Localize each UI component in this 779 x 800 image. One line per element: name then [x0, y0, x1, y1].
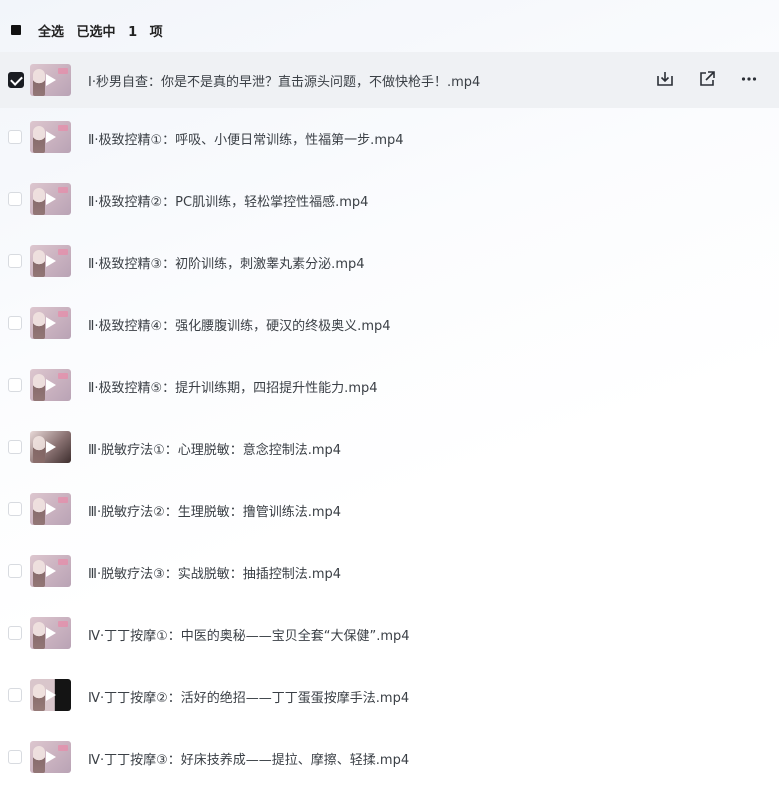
video-thumbnail	[30, 307, 71, 339]
selected-unit: 项	[149, 25, 163, 40]
video-thumbnail	[30, 555, 71, 587]
file-checkbox[interactable]	[8, 502, 22, 516]
selection-summary: 全选 已选中 1 项	[38, 21, 171, 40]
file-row[interactable]: Ⅲ·脱敏疗法①：心理脱敏：意念控制法.mp4	[0, 418, 779, 480]
file-checkbox[interactable]	[8, 254, 22, 268]
video-thumbnail	[30, 493, 71, 525]
play-icon	[46, 317, 56, 329]
file-checkbox[interactable]	[8, 750, 22, 764]
file-name[interactable]: Ⅰ·秒男自查：你是不是真的早泄？直击源头问题，不做快枪手！.mp4	[88, 71, 480, 90]
selected-label: 已选中	[76, 25, 116, 40]
more-icon[interactable]	[739, 69, 759, 89]
row-actions	[655, 69, 759, 89]
play-icon	[46, 255, 56, 267]
download-icon[interactable]	[655, 69, 675, 89]
file-name[interactable]: Ⅱ·极致控精④：强化腰腹训练，硬汉的终极奥义.mp4	[88, 315, 391, 334]
video-thumbnail	[30, 431, 71, 463]
file-row[interactable]: Ⅱ·极致控精④：强化腰腹训练，硬汉的终极奥义.mp4	[0, 294, 779, 356]
video-thumbnail	[30, 617, 71, 649]
play-icon	[46, 627, 56, 639]
play-icon	[46, 503, 56, 515]
play-icon	[46, 379, 56, 391]
select-all-checkbox[interactable]	[8, 22, 24, 38]
file-row[interactable]: Ⅱ·极致控精③：初阶训练，刺激睾丸素分泌.mp4	[0, 232, 779, 294]
selected-count: 1	[128, 25, 138, 40]
file-name[interactable]: Ⅲ·脱敏疗法①：心理脱敏：意念控制法.mp4	[88, 439, 341, 458]
video-thumbnail	[30, 183, 71, 215]
play-icon	[46, 565, 56, 577]
selection-header: 全选 已选中 1 项	[0, 0, 779, 60]
select-all-label[interactable]: 全选	[38, 25, 64, 40]
file-name[interactable]: Ⅳ·丁丁按摩③：好床技养成——提拉、摩擦、轻揉.mp4	[88, 749, 409, 768]
video-thumbnail	[30, 741, 71, 773]
file-name[interactable]: Ⅲ·脱敏疗法③：实战脱敏：抽插控制法.mp4	[88, 563, 341, 582]
play-icon	[46, 689, 56, 701]
play-icon	[46, 74, 56, 86]
file-row[interactable]: Ⅲ·脱敏疗法②：生理脱敏：撸管训练法.mp4	[0, 480, 779, 542]
file-name[interactable]: Ⅳ·丁丁按摩②：活好的绝招——丁丁蛋蛋按摩手法.mp4	[88, 687, 409, 706]
file-row[interactable]: Ⅲ·脱敏疗法③：实战脱敏：抽插控制法.mp4	[0, 542, 779, 604]
file-list: Ⅰ·秒男自查：你是不是真的早泄？直击源头问题，不做快枪手！.mp4 Ⅱ·极致控精…	[0, 52, 779, 790]
file-checkbox[interactable]	[8, 316, 22, 330]
file-row[interactable]: Ⅳ·丁丁按摩②：活好的绝招——丁丁蛋蛋按摩手法.mp4	[0, 666, 779, 728]
file-row[interactable]: Ⅱ·极致控精②：PC肌训练，轻松掌控性福感.mp4	[0, 170, 779, 232]
video-thumbnail	[30, 245, 71, 277]
file-name[interactable]: Ⅱ·极致控精③：初阶训练，刺激睾丸素分泌.mp4	[88, 253, 365, 272]
file-row[interactable]: Ⅰ·秒男自查：你是不是真的早泄？直击源头问题，不做快枪手！.mp4	[0, 52, 779, 108]
video-thumbnail	[30, 679, 71, 711]
file-row[interactable]: Ⅳ·丁丁按摩③：好床技养成——提拉、摩擦、轻揉.mp4	[0, 728, 779, 790]
file-checkbox[interactable]	[8, 130, 22, 144]
share-icon[interactable]	[697, 69, 717, 89]
file-name[interactable]: Ⅱ·极致控精①：呼吸、小便日常训练，性福第一步.mp4	[88, 129, 404, 148]
file-checkbox[interactable]	[8, 626, 22, 640]
file-checkbox[interactable]	[8, 378, 22, 392]
file-name[interactable]: Ⅱ·极致控精⑤：提升训练期，四招提升性能力.mp4	[88, 377, 378, 396]
file-name[interactable]: Ⅱ·极致控精②：PC肌训练，轻松掌控性福感.mp4	[88, 191, 368, 210]
play-icon	[46, 131, 56, 143]
file-row[interactable]: Ⅱ·极致控精①：呼吸、小便日常训练，性福第一步.mp4	[0, 108, 779, 170]
video-thumbnail	[30, 121, 71, 153]
file-name[interactable]: Ⅲ·脱敏疗法②：生理脱敏：撸管训练法.mp4	[88, 501, 341, 520]
video-thumbnail	[30, 369, 71, 401]
file-checkbox[interactable]	[8, 564, 22, 578]
file-checkbox[interactable]	[8, 440, 22, 454]
play-icon	[46, 751, 56, 763]
file-row[interactable]: Ⅱ·极致控精⑤：提升训练期，四招提升性能力.mp4	[0, 356, 779, 418]
play-icon	[46, 441, 56, 453]
file-checkbox[interactable]	[8, 72, 24, 88]
file-name[interactable]: Ⅳ·丁丁按摩①：中医的奥秘——宝贝全套“大保健”.mp4	[88, 625, 410, 644]
file-row[interactable]: Ⅳ·丁丁按摩①：中医的奥秘——宝贝全套“大保健”.mp4	[0, 604, 779, 666]
file-checkbox[interactable]	[8, 688, 22, 702]
play-icon	[46, 193, 56, 205]
video-thumbnail	[30, 64, 71, 96]
file-checkbox[interactable]	[8, 192, 22, 206]
